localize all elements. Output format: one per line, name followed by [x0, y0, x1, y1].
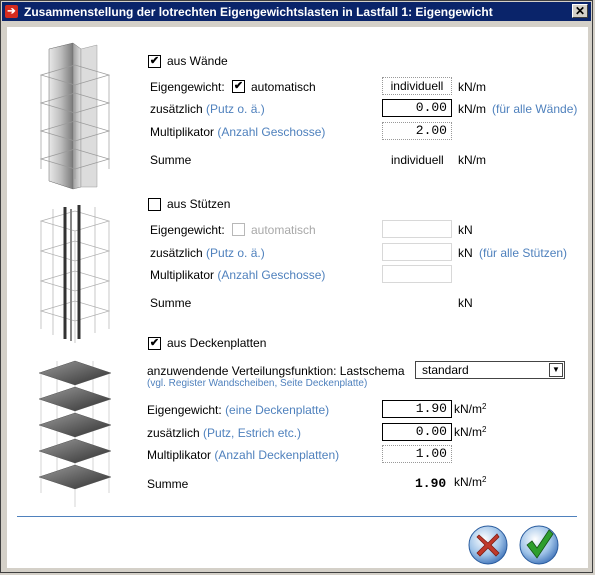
wall-illustration [39, 42, 111, 190]
slabs-unit-text: kN/m [454, 402, 482, 416]
slabs-zusaetzlich-unit: kN/m2 [454, 425, 486, 439]
columns-eigengewicht-label: Eigengewicht: [150, 223, 225, 237]
walls-summe-label: Summe [150, 153, 192, 167]
columns-eigengewicht-unit: kN [458, 223, 473, 237]
slabs-unit-sup: 2 [482, 402, 487, 411]
dialog-content: ✔ aus Wände Eigengewicht: ✔ automatisch … [7, 27, 588, 568]
slabs-zusaetzlich-label: zusätzlich (Putz, Estrich etc.) [147, 426, 301, 440]
walls-zusaetzlich-hint: (Putz o. ä.) [206, 102, 265, 116]
walls-multiplikator-text: Multiplikator [150, 125, 215, 139]
columns-summe-label: Summe [150, 296, 192, 310]
cancel-button[interactable] [468, 525, 508, 565]
slab-illustration [38, 360, 112, 507]
columns-auto-checkbox[interactable] [232, 223, 245, 236]
walls-multiplikator-field[interactable]: 2.00 [382, 122, 452, 140]
columns-eigengewicht-field[interactable] [382, 220, 452, 238]
slabs-unit-sup-2: 2 [482, 425, 487, 434]
slabs-summe-unit: kN/m2 [454, 475, 486, 489]
slabs-summe-value: 1.90 [415, 476, 447, 491]
slabs-summe-label: Summe [147, 477, 189, 491]
columns-zusaetzlich-hint: (Putz o. ä.) [206, 246, 265, 260]
arrow-right-icon: ➔ [5, 5, 18, 18]
slabs-eigengewicht-label: Eigengewicht: (eine Deckenplatte) [147, 403, 329, 417]
columns-multiplikator-label: Multiplikator (Anzahl Geschosse) [150, 268, 325, 282]
chevron-down-icon[interactable]: ▼ [549, 363, 563, 377]
slabs-unit-text-2: kN/m [454, 425, 482, 439]
divider-line [17, 516, 577, 517]
walls-zusaetzlich-text: zusätzlich [150, 102, 203, 116]
close-icon[interactable]: ✕ [572, 4, 588, 18]
columns-checkbox[interactable] [148, 198, 161, 211]
walls-summe-unit: kN/m [458, 153, 486, 167]
slabs-eigengewicht-text: Eigengewicht: [147, 403, 222, 417]
walls-multiplikator-hint: (Anzahl Geschosse) [217, 125, 326, 139]
ok-check-icon [519, 525, 559, 565]
walls-zusaetzlich-note: (für alle Wände) [492, 102, 578, 116]
slabs-multiplikator-hint: (Anzahl Deckenplatten) [214, 448, 340, 462]
ok-button[interactable] [519, 525, 559, 565]
walls-checkbox-label: aus Wände [167, 54, 228, 68]
slabs-unit-sup-3: 2 [482, 475, 487, 484]
slabs-verteilung-value: standard [422, 363, 469, 377]
slabs-zusaetzlich-field[interactable]: 0.00 [382, 423, 452, 441]
walls-zusaetzlich-unit: kN/m [458, 102, 486, 116]
columns-zusaetzlich-note: (für alle Stützen) [479, 246, 568, 260]
columns-multiplikator-hint: (Anzahl Geschosse) [217, 268, 326, 282]
columns-checkbox-label: aus Stützen [167, 197, 231, 211]
slabs-eigengewicht-field[interactable]: 1.90 [382, 400, 452, 418]
slabs-checkbox[interactable]: ✔ [148, 337, 161, 350]
walls-multiplikator-label: Multiplikator (Anzahl Geschosse) [150, 125, 325, 139]
walls-zusaetzlich-field[interactable]: 0.00 [382, 99, 452, 117]
walls-eigengewicht-field[interactable]: individuell [382, 77, 452, 95]
columns-zusaetzlich-field[interactable] [382, 243, 452, 261]
columns-multiplikator-text: Multiplikator [150, 268, 215, 282]
walls-checkbox[interactable]: ✔ [148, 55, 161, 68]
walls-auto-checkbox[interactable]: ✔ [232, 80, 245, 93]
columns-summe-unit: kN [458, 296, 473, 310]
walls-summe-value: individuell [391, 153, 444, 167]
slabs-multiplikator-field[interactable]: 1.00 [382, 445, 452, 463]
slabs-verteilung-label: anzuwendende Verteilungsfunktion: Lastsc… [147, 364, 405, 378]
dialog-window: ➔ Zusammenstellung der lotrechten Eigeng… [0, 0, 593, 573]
slabs-unit-text-3: kN/m [454, 475, 482, 489]
slabs-zusaetzlich-text: zusätzlich [147, 426, 200, 440]
walls-auto-label: automatisch [251, 80, 316, 94]
columns-zusaetzlich-text: zusätzlich [150, 246, 203, 260]
slabs-eigengewicht-hint: (eine Deckenplatte) [225, 403, 330, 417]
slabs-verteilung-dropdown[interactable]: standard ▼ [415, 361, 565, 379]
walls-eigengewicht-label: Eigengewicht: [150, 80, 225, 94]
walls-eigengewicht-unit: kN/m [458, 80, 486, 94]
columns-multiplikator-field[interactable] [382, 265, 452, 283]
slabs-multiplikator-label: Multiplikator (Anzahl Deckenplatten) [147, 448, 339, 462]
slabs-eigengewicht-unit: kN/m2 [454, 402, 486, 416]
window-title: Zusammenstellung der lotrechten Eigengew… [24, 5, 493, 19]
slabs-zusaetzlich-hint: (Putz, Estrich etc.) [203, 426, 302, 440]
columns-zusaetzlich-unit: kN [458, 246, 473, 260]
columns-auto-label: automatisch [251, 223, 316, 237]
title-bar: ➔ Zusammenstellung der lotrechten Eigeng… [2, 2, 591, 21]
slabs-multiplikator-text: Multiplikator [147, 448, 212, 462]
cancel-x-icon [468, 525, 508, 565]
slabs-verteilung-hint: (vgl. Register Wandscheiben, Seite Decke… [147, 378, 368, 389]
column-illustration [39, 205, 111, 343]
columns-zusaetzlich-label: zusätzlich (Putz o. ä.) [150, 246, 265, 260]
slabs-checkbox-label: aus Deckenplatten [167, 336, 267, 350]
walls-zusaetzlich-label: zusätzlich (Putz o. ä.) [150, 102, 265, 116]
